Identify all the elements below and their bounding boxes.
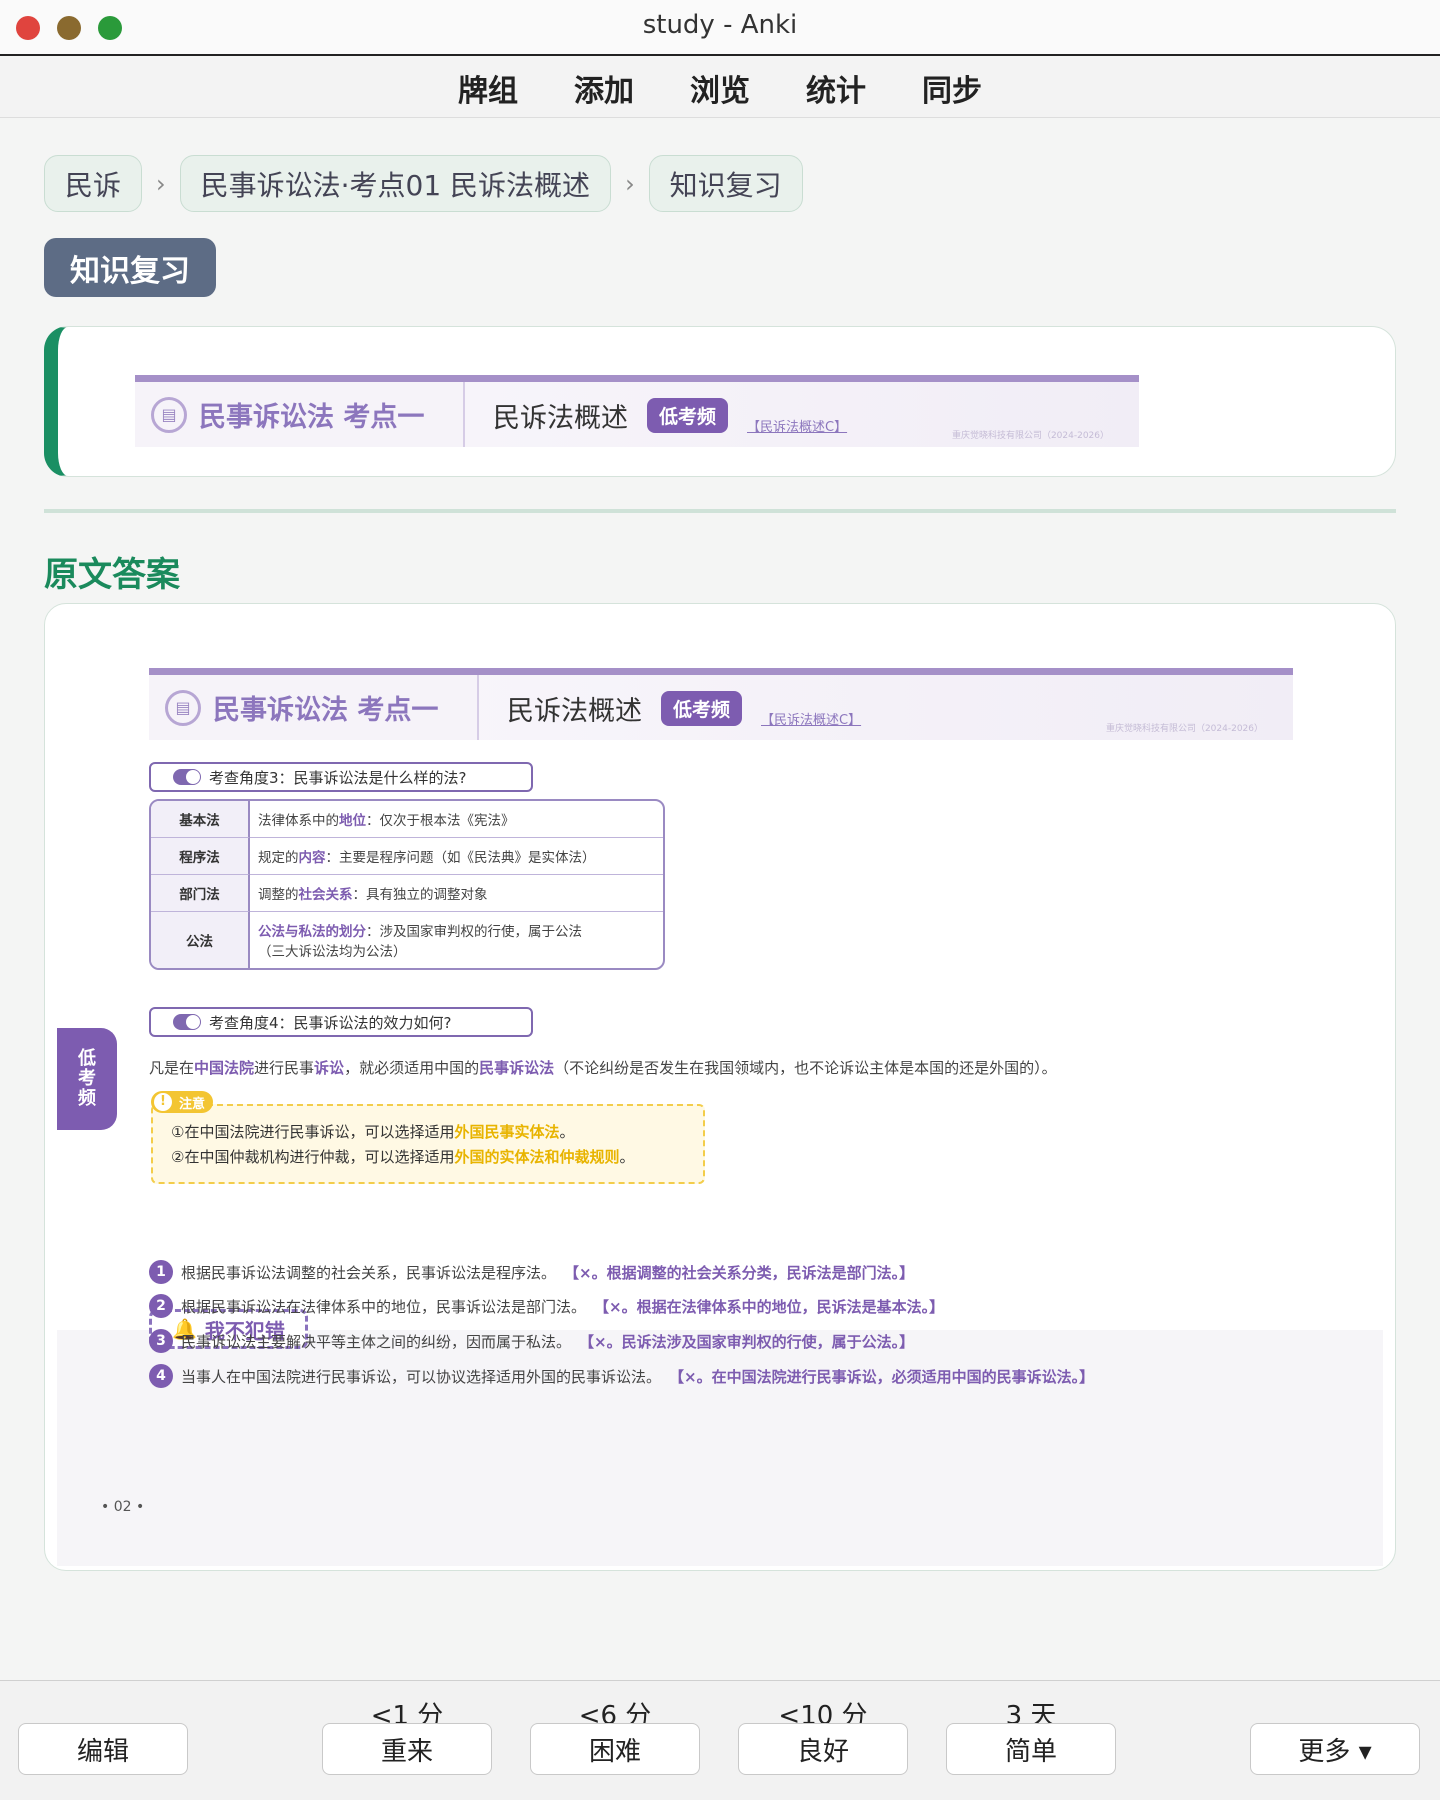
edit-button[interactable]: 编辑 [18,1723,188,1775]
easy-button[interactable]: 简单 [946,1723,1116,1775]
good-button[interactable]: 良好 [738,1723,908,1775]
banner-title: 民诉法概述 [493,403,628,434]
table-row: 基本法 法律体系中的地位：仅次于根本法《宪法》 [151,801,663,838]
table-key: 程序法 [151,838,250,875]
frequency-badge: 低考频 [647,398,729,433]
title-bar: study - Anki [0,0,1440,56]
section-title: 原文答案 [44,555,180,595]
divider [44,509,1396,513]
toolbar-sync[interactable]: 同步 [922,66,982,110]
hard-button[interactable]: 困难 [530,1723,700,1775]
frequency-side-tab: 低考频 [57,1028,117,1130]
more-button[interactable]: 更多 ▾ [1250,1723,1420,1775]
question-card: ▤ 民事诉讼法 考点一 民诉法概述 低考频 【民诉法概述C】 重庆觉晓科技有限公司… [44,326,1396,477]
mistake-item: 4 当事人在中国法院进行民事诉讼，可以协议选择适用外国的民事诉讼法。 【×。在中国法… [149,1364,1094,1388]
table-key: 部门法 [151,875,250,912]
book-icon: ▤ [165,689,201,726]
breadcrumb-separator: › [156,169,166,198]
banner-copyright: 重庆觉晓科技有限公司（2024-2026） [951,431,1109,441]
table-value: 调整的社会关系：具有独立的调整对象 [250,875,663,912]
main-toolbar: 牌组 添加 浏览 统计 同步 [0,58,1440,118]
table-row: 程序法 规定的内容：主要是程序问题（如《民法典》是实体法） [151,838,663,875]
note-line-1: ①在中国法院进行民事诉讼，可以选择适用外国民事实体法。 [171,1123,575,1141]
breadcrumb-item[interactable]: 民事诉讼法·考点01 民诉法概述 [179,155,612,212]
banner-topic: 民事诉讼法 考点一 [199,402,425,433]
breadcrumb: 民诉 › 民事诉讼法·考点01 民诉法概述 › 知识复习 [44,155,803,212]
toolbar-stats[interactable]: 统计 [806,66,866,110]
answer-card: ▤ 民事诉讼法 考点一 民诉法概述 低考频 【民诉法概述C】 重庆觉晓科技有限公司… [44,603,1396,1571]
table-row: 公法 公法与私法的划分：涉及国家审判权的行使，属于公法 （三大诉讼法均为公法） [151,912,663,968]
breadcrumb-item[interactable]: 民诉 [44,155,143,212]
table-row: 部门法 调整的社会关系：具有独立的调整对象 [151,875,663,912]
window-title: study - Anki [642,10,798,40]
book-icon: ▤ [151,396,187,433]
table-value: 公法与私法的划分：涉及国家审判权的行使，属于公法 （三大诉讼法均为公法） [258,924,582,960]
toolbar-decks[interactable]: 牌组 [458,66,518,110]
note-tag: ! 注意 [151,1091,214,1113]
table-value: 法律体系中的地位：仅次于根本法《宪法》 [250,801,663,838]
topic-banner: ▤ 民事诉讼法 考点一 民诉法概述 低考频 【民诉法概述C】 重庆觉晓科技有限公司… [149,668,1293,740]
effect-paragraph: 凡是在中国法院进行民事诉讼，就必须适用中国的民事诉讼法（不论纠纷是否发生在我国领… [149,1059,1057,1077]
card-view: 民诉 › 民事诉讼法·考点01 民诉法概述 › 知识复习 知识复习 ▤ 民事诉讼法… [0,119,1440,1679]
angle-3-heading: 考查角度3：民事诉讼法是什么样的法? [149,762,533,792]
banner-topic: 民事诉讼法 考点一 [213,695,439,726]
card-type-tag: 知识复习 [44,238,216,297]
table-value: 规定的内容：主要是程序问题（如《民法典》是实体法） [250,838,663,875]
toolbar-browse[interactable]: 浏览 [690,66,750,110]
breadcrumb-separator: › [625,169,635,198]
frequency-badge: 低考频 [661,691,743,726]
toggle-icon [173,769,201,785]
banner-ref: 【民诉法概述C】 [747,420,848,435]
note-box: ①在中国法院进行民事诉讼，可以选择适用外国民事实体法。 ②在中国仲裁机构进行仲裁… [151,1104,705,1184]
page-number: • 02 • [101,1499,145,1515]
answer-bar: 编辑 <1 分 重来 <6 分 困难 <10 分 良好 3 天 简单 更多 ▾ [0,1680,1440,1800]
table-key: 基本法 [151,801,250,838]
again-button[interactable]: 重来 [322,1723,492,1775]
warning-icon: ! [154,1093,172,1111]
law-nature-table: 基本法 法律体系中的地位：仅次于根本法《宪法》 程序法 规定的内容：主要是程序问题（… [149,799,665,970]
banner-ref: 【民诉法概述C】 [761,713,862,728]
toggle-icon [173,1014,201,1030]
topic-banner: ▤ 民事诉讼法 考点一 民诉法概述 低考频 【民诉法概述C】 重庆觉晓科技有限公司… [135,375,1139,447]
toolbar-add[interactable]: 添加 [574,66,634,110]
mistake-item: 3 民事诉讼法主要解决平等主体之间的纠纷，因而属于私法。 【×。民诉法涉及国家审判权… [149,1329,914,1353]
banner-copyright: 重庆觉晓科技有限公司（2024-2026） [1105,724,1263,734]
angle-4-heading: 考查角度4：民事诉讼法的效力如何? [149,1007,533,1037]
note-line-2: ②在中国仲裁机构进行仲裁，可以选择适用外国的实体法和仲裁规则。 [171,1148,635,1166]
angle-4-label: 考查角度4：民事诉讼法的效力如何? [209,1013,452,1032]
table-key: 公法 [151,912,250,968]
mistake-item: 1 根据民事诉讼法调整的社会关系，民事诉讼法是程序法。 【×。根据调整的社会关系分类… [149,1260,914,1284]
banner-title: 民诉法概述 [507,696,642,727]
breadcrumb-item[interactable]: 知识复习 [648,155,803,212]
angle-3-label: 考查角度3：民事诉讼法是什么样的法? [209,768,467,787]
mistake-item: 2 根据民事诉讼法在法律体系中的地位，民事诉讼法是部门法。 【×。根据在法律体系中的… [149,1294,944,1318]
